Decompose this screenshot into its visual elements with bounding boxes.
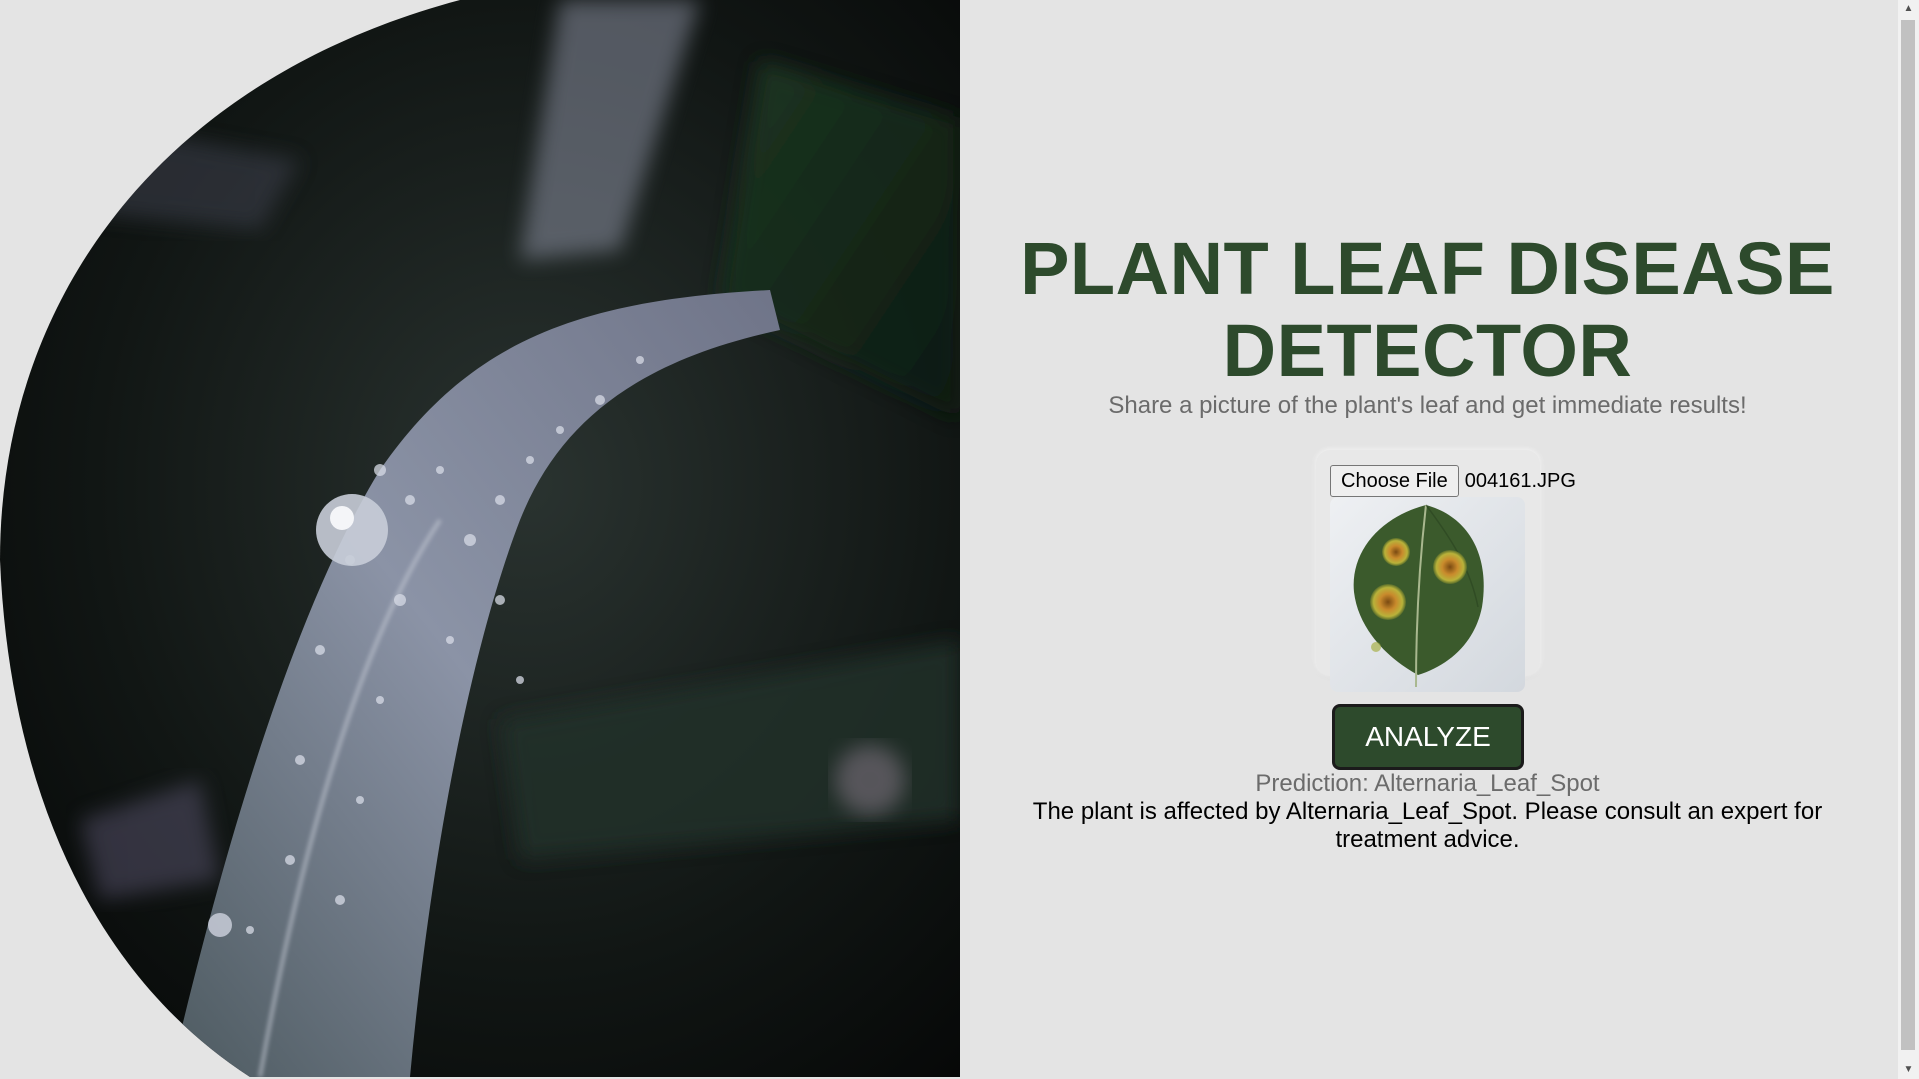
prediction-text: Prediction: Alternaria_Leaf_Spot <box>1255 770 1600 797</box>
analyze-button[interactable]: ANALYZE <box>1332 704 1524 770</box>
vertical-scrollbar[interactable]: ▲ ▼ <box>1898 0 1919 1079</box>
page-title: PLANT LEAF DISEASE DETECTOR <box>1020 227 1835 392</box>
selected-file-name: 004161.JPG <box>1464 469 1576 492</box>
choose-file-button[interactable]: Choose File <box>1330 465 1459 497</box>
leaf-preview-image <box>1330 497 1525 692</box>
hero-image <box>0 0 960 1077</box>
page-subtitle: Share a picture of the plant's leaf and … <box>1108 392 1747 419</box>
scroll-down-arrow-icon[interactable]: ▼ <box>1898 1061 1919 1079</box>
advice-text: The plant is affected by Alternaria_Leaf… <box>1032 798 1823 853</box>
scroll-up-arrow-icon[interactable]: ▲ <box>1898 0 1919 18</box>
file-input[interactable]: Choose File 004161.JPG <box>1330 465 1576 497</box>
main-content: PLANT LEAF DISEASE DETECTOR Share a pict… <box>960 0 1895 1079</box>
page: PLANT LEAF DISEASE DETECTOR Share a pict… <box>0 0 1919 1079</box>
scroll-thumb[interactable] <box>1901 20 1915 1050</box>
